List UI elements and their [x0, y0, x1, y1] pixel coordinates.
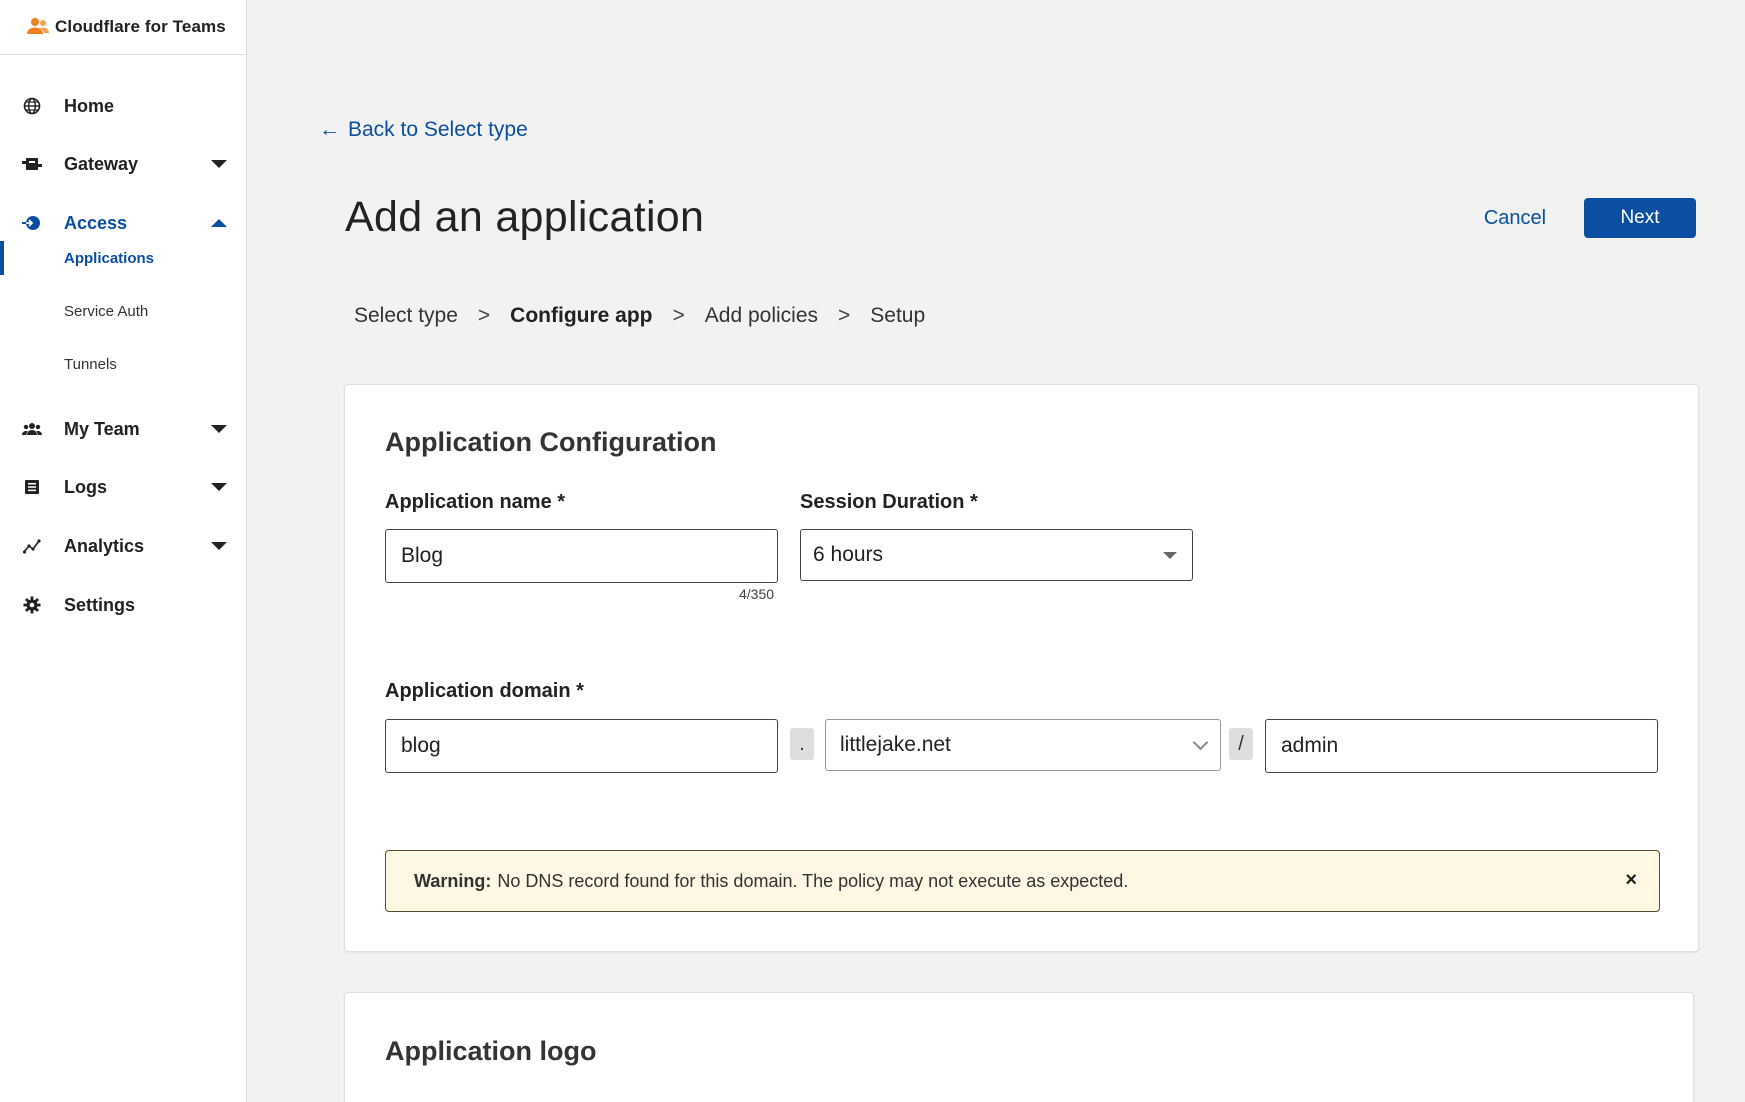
- sidebar-item-label: Settings: [64, 594, 136, 615]
- sidebar-item-label: My Team: [64, 418, 140, 439]
- chevron-down-icon[interactable]: [211, 160, 227, 168]
- caret-down-icon: [1163, 552, 1177, 559]
- logs-icon: [22, 477, 42, 497]
- sidebar-item-label: Gateway: [64, 153, 139, 174]
- chevron-down-icon[interactable]: [211, 542, 227, 550]
- domain-dot-separator: .: [790, 728, 814, 760]
- application-logo-card: Application logo: [344, 992, 1694, 1102]
- step-select-type[interactable]: Select type: [354, 304, 458, 328]
- brand-name: Cloudflare for Teams: [55, 17, 226, 36]
- card-title: Application Configuration: [385, 427, 717, 457]
- chevron-down-icon: [1192, 734, 1209, 751]
- sidebar-item-analytics[interactable]: Analytics: [0, 526, 247, 566]
- sidebar-subitem-applications[interactable]: Applications: [0, 241, 247, 275]
- analytics-icon: [22, 536, 42, 556]
- chevron-up-icon[interactable]: [211, 219, 227, 227]
- step-separator: >: [838, 304, 851, 327]
- application-name-input[interactable]: [385, 529, 778, 583]
- gateway-icon: [22, 154, 42, 174]
- access-icon: [22, 213, 42, 233]
- close-icon[interactable]: ×: [1625, 869, 1637, 892]
- back-to-select-type-link[interactable]: ← Back to Select type: [319, 118, 528, 142]
- cancel-button[interactable]: Cancel: [1470, 198, 1560, 238]
- brand-header[interactable]: Cloudflare for Teams: [0, 0, 246, 55]
- subdomain-input[interactable]: [385, 719, 778, 773]
- sidebar-subitem-label: Service Auth: [64, 302, 149, 320]
- cloudflare-team-logo-icon: [27, 18, 49, 34]
- sidebar-item-label: Access: [64, 212, 128, 233]
- chevron-down-icon[interactable]: [211, 483, 227, 491]
- page-title: Add an application: [345, 193, 705, 241]
- sidebar: Cloudflare for Teams Home Gateway Access…: [0, 0, 247, 1102]
- sidebar-item-access[interactable]: Access: [0, 203, 247, 243]
- session-duration-select[interactable]: 6 hours: [800, 529, 1193, 581]
- session-duration-label: Session Duration *: [800, 491, 978, 513]
- globe-icon: [22, 96, 42, 116]
- card-title: Application logo: [385, 1036, 597, 1066]
- character-counter: 4/350: [739, 586, 775, 602]
- warning-message: No DNS record found for this domain. The…: [497, 870, 1129, 891]
- dns-warning-banner: Warning: No DNS record found for this do…: [385, 850, 1660, 912]
- sidebar-item-settings[interactable]: Settings: [0, 585, 247, 625]
- step-add-policies[interactable]: Add policies: [705, 304, 818, 328]
- step-separator: >: [477, 304, 491, 327]
- sidebar-item-logs[interactable]: Logs: [0, 467, 247, 507]
- domain-value: littlejake.net: [840, 733, 951, 756]
- step-setup[interactable]: Setup: [870, 304, 925, 328]
- sidebar-item-my-team[interactable]: My Team: [0, 409, 247, 449]
- sidebar-subitem-label: Applications: [64, 249, 155, 267]
- sidebar-subitem-label: Tunnels: [64, 355, 117, 373]
- sidebar-subitem-service-auth[interactable]: Service Auth: [0, 294, 247, 328]
- team-icon: [22, 419, 42, 439]
- domain-select[interactable]: littlejake.net: [825, 719, 1221, 771]
- sidebar-subitem-tunnels[interactable]: Tunnels: [0, 347, 247, 381]
- sidebar-item-gateway[interactable]: Gateway: [0, 144, 247, 184]
- back-link-label: Back to Select type: [348, 118, 528, 141]
- step-separator: >: [672, 304, 685, 327]
- path-slash-separator: /: [1229, 728, 1253, 760]
- sidebar-item-label: Analytics: [64, 535, 145, 556]
- sidebar-item-home[interactable]: Home: [0, 86, 247, 126]
- path-input[interactable]: [1265, 719, 1658, 773]
- session-duration-value: 6 hours: [813, 543, 884, 566]
- next-button[interactable]: Next: [1584, 198, 1696, 238]
- sidebar-item-label: Home: [64, 95, 115, 116]
- sidebar-item-label: Logs: [64, 476, 107, 497]
- gear-icon: [22, 595, 42, 615]
- application-domain-label: Application domain *: [385, 680, 584, 702]
- chevron-down-icon[interactable]: [211, 425, 227, 433]
- arrow-left-icon: ←: [319, 118, 340, 141]
- step-configure-app[interactable]: Configure app: [510, 304, 652, 328]
- wizard-steps: Select type > Configure app > Add polici…: [354, 304, 925, 328]
- active-indicator: [0, 241, 4, 275]
- application-configuration-card: Application Configuration Application na…: [344, 384, 1699, 952]
- application-name-label: Application name *: [385, 491, 566, 513]
- warning-prefix: Warning:: [414, 870, 492, 891]
